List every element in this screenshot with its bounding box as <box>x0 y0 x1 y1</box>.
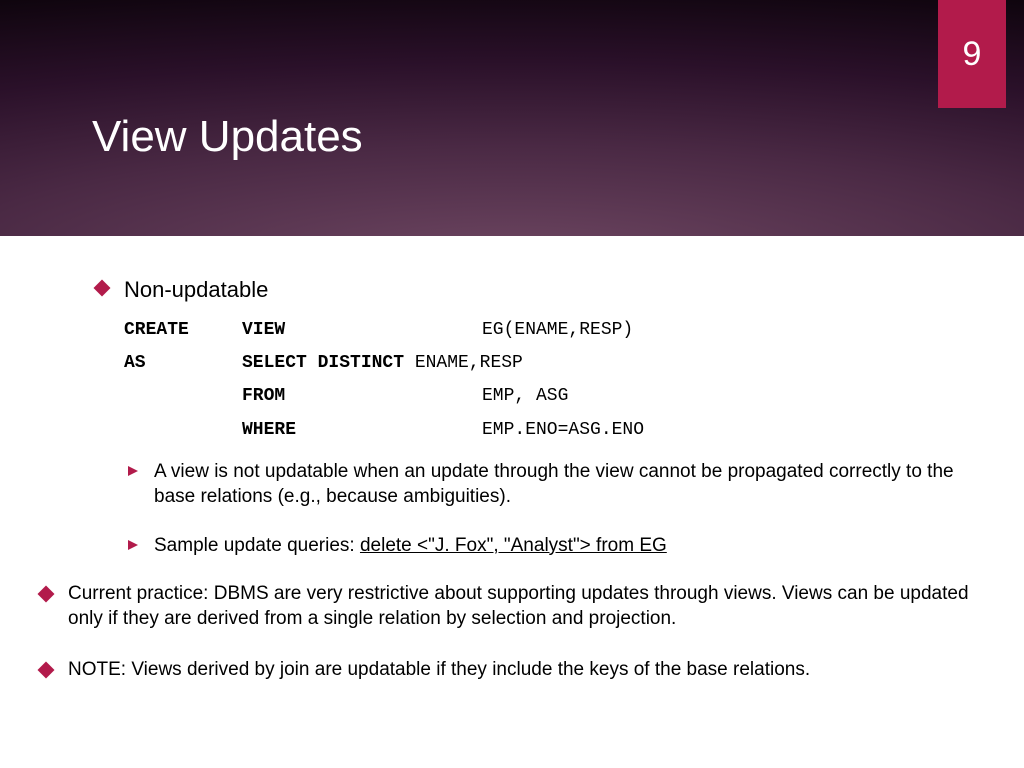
code-empty-1 <box>124 385 242 408</box>
code-row-3: FROM EMP, ASG <box>124 385 984 408</box>
code-keyword-from: FROM <box>242 385 482 408</box>
sample-lead: Sample update queries: <box>154 535 360 556</box>
code-row-1: CREATE VIEW EG(ENAME,RESP) <box>124 319 984 342</box>
code-empty-2 <box>124 419 242 442</box>
slide-content: Non-updatable CREATE VIEW EG(ENAME,RESP)… <box>0 236 1024 682</box>
bullet-non-updatable: Non-updatable CREATE VIEW EG(ENAME,RESP)… <box>96 276 984 558</box>
bullet-current-practice: Current practice: DBMS are very restrict… <box>40 582 984 631</box>
sample-query-underlined: delete <"J. Fox", "Analyst"> from EG <box>360 535 667 556</box>
page-number: 9 <box>938 0 1006 108</box>
code-select-cols: ENAME,RESP <box>404 353 523 373</box>
code-keyword-as: AS <box>124 352 242 375</box>
sub-bullet-explanation: A view is not updatable when an update t… <box>128 460 984 509</box>
code-select-line: SELECT DISTINCT ENAME,RESP <box>242 352 523 375</box>
code-viewname: EG(ENAME,RESP) <box>482 319 984 342</box>
page-number-text: 9 <box>963 35 982 74</box>
code-keyword-select-distinct: SELECT DISTINCT <box>242 353 404 373</box>
code-row-4: WHERE EMP.ENO=ASG.ENO <box>124 419 984 442</box>
code-keyword-where: WHERE <box>242 419 482 442</box>
sub-bullet-sample: Sample update queries: delete <"J. Fox",… <box>128 534 984 559</box>
slide-title: View Updates <box>92 112 363 162</box>
code-keyword-view: VIEW <box>242 319 482 342</box>
code-from-tables: EMP, ASG <box>482 385 984 408</box>
code-keyword-create: CREATE <box>124 319 242 342</box>
sql-code-block: CREATE VIEW EG(ENAME,RESP) AS SELECT DIS… <box>124 319 984 443</box>
code-row-2: AS SELECT DISTINCT ENAME,RESP <box>124 352 984 375</box>
section-heading: Non-updatable <box>124 276 984 305</box>
code-where-clause: EMP.ENO=ASG.ENO <box>482 419 984 442</box>
slide-header: 9 View Updates <box>0 0 1024 236</box>
bullet-note: NOTE: Views derived by join are updatabl… <box>40 658 984 683</box>
